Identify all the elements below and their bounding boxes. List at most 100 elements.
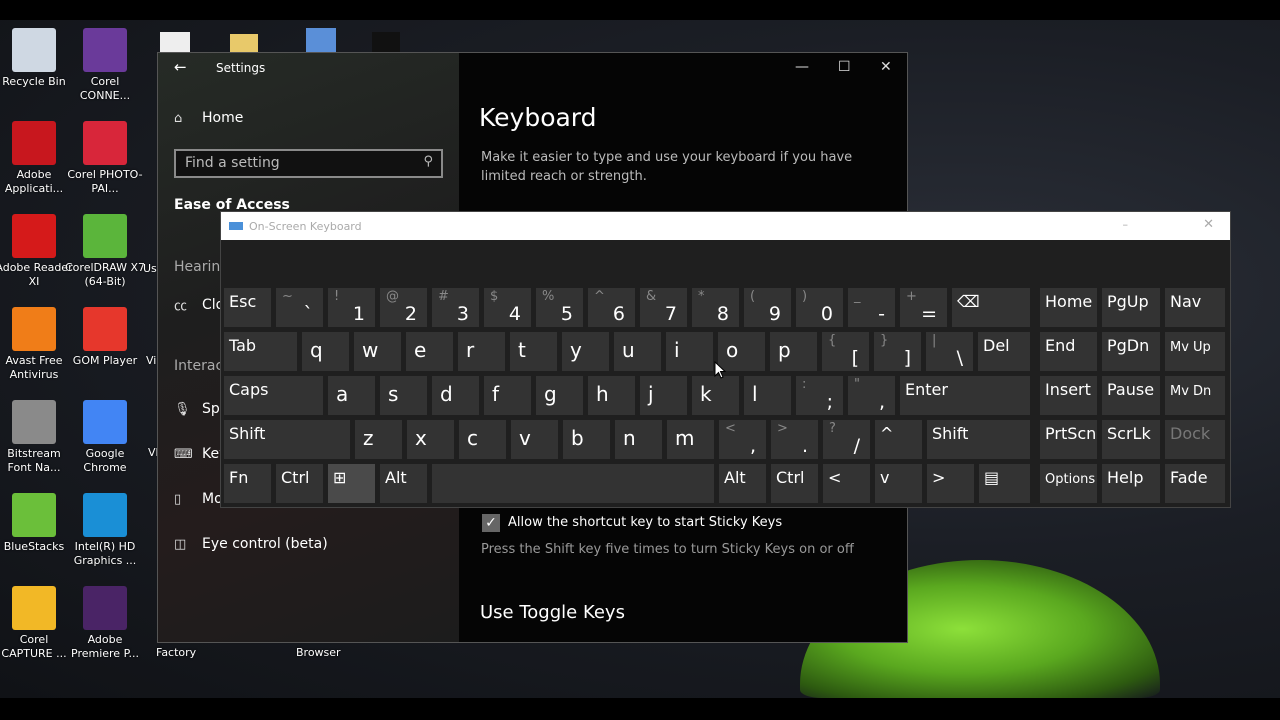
desktop-icon[interactable]: Adobe Premiere P... [65, 586, 145, 661]
osk-key[interactable]: % 5 [536, 288, 583, 327]
osk-key[interactable]: Home [1040, 288, 1097, 327]
osk-key[interactable] [432, 464, 714, 503]
osk-key[interactable]: ", [848, 376, 895, 415]
osk-key[interactable]: k [692, 376, 739, 415]
osk-key[interactable]: Mv Dn [1165, 376, 1225, 415]
desktop-icon[interactable]: CorelDRAW X7 (64-Bit) [65, 214, 145, 289]
osk-key[interactable]: Dock [1165, 420, 1225, 459]
minimize-button[interactable]: — [795, 59, 809, 75]
osk-key[interactable]: Ctrl [771, 464, 818, 503]
osk-key[interactable]: f [484, 376, 531, 415]
osk-key[interactable]: ~ ` [276, 288, 323, 327]
desktop-icon-label[interactable]: Us [143, 262, 157, 275]
nav-eye-control[interactable]: ◫ Eye control (beta) [174, 536, 328, 552]
osk-key[interactable]: Pause [1102, 376, 1160, 415]
osk-key[interactable]: q [302, 332, 349, 371]
osk-key[interactable]: Alt [380, 464, 427, 503]
desktop-icon[interactable]: Corel CONNE... [65, 28, 145, 103]
osk-key[interactable]: ^ [875, 420, 922, 459]
osk-key[interactable]: Options [1040, 464, 1097, 503]
maximize-button[interactable]: ☐ [838, 59, 851, 75]
desktop-icon[interactable]: Recycle Bin [0, 28, 74, 89]
osk-key[interactable]: ^ 6 [588, 288, 635, 327]
sticky-keys-checkbox-label[interactable]: Allow the shortcut key to start Sticky K… [508, 515, 782, 530]
osk-key[interactable]: u [614, 332, 661, 371]
osk-key[interactable]: c [459, 420, 506, 459]
osk-key[interactable]: b [563, 420, 610, 459]
osk-key[interactable]: >. [771, 420, 818, 459]
desktop-icon[interactable]: Bitstream Font Na... [0, 400, 74, 475]
osk-key[interactable]: $4 [484, 288, 531, 327]
osk-key[interactable]: ▤ [979, 464, 1030, 503]
osk-key[interactable]: :; [796, 376, 843, 415]
osk-key[interactable]: l [744, 376, 791, 415]
desktop-icon[interactable]: Corel PHOTO-PAI... [65, 121, 145, 196]
search-input[interactable]: Find a setting ⚲ [174, 149, 443, 178]
osk-key[interactable]: ! 1 [328, 288, 375, 327]
osk-key[interactable]: ⊞ [328, 464, 375, 503]
close-button[interactable]: ✕ [880, 59, 892, 75]
osk-key[interactable]: n [615, 420, 662, 459]
desktop-icon[interactable]: BlueStacks [0, 493, 74, 554]
document-icon[interactable] [160, 32, 190, 54]
osk-key[interactable]: m [667, 420, 714, 459]
osk-key[interactable]: t [510, 332, 557, 371]
osk-key[interactable]: Fn [224, 464, 271, 503]
osk-key[interactable]: Nav [1165, 288, 1225, 327]
osk-key[interactable]: | \ [926, 332, 973, 371]
osk-key[interactable]: <, [719, 420, 766, 459]
osk-key[interactable]: e [406, 332, 453, 371]
osk-key[interactable]: x [407, 420, 454, 459]
desktop-icon[interactable]: Corel CAPTURE ... [0, 586, 74, 661]
osk-key[interactable]: Del [978, 332, 1030, 371]
osk-key[interactable]: Esc [224, 288, 271, 327]
osk-key[interactable]: v [511, 420, 558, 459]
osk-key[interactable]: PgDn [1102, 332, 1160, 371]
osk-key[interactable]: i [666, 332, 713, 371]
back-arrow-icon[interactable]: ← [174, 58, 187, 76]
osk-key[interactable]: g [536, 376, 583, 415]
osk-key[interactable]: h [588, 376, 635, 415]
desktop-icon[interactable]: Google Chrome [65, 400, 145, 475]
osk-close-button[interactable]: ✕ [1203, 217, 1214, 232]
osk-key[interactable]: j [640, 376, 687, 415]
osk-key[interactable]: Alt [719, 464, 766, 503]
osk-key[interactable]: r [458, 332, 505, 371]
desktop-icon-label[interactable]: Vi [146, 354, 156, 367]
app-icon[interactable] [372, 32, 400, 52]
nav-mouse[interactable]: ▯ Mo [174, 491, 223, 507]
osk-key[interactable]: a [328, 376, 375, 415]
osk-key[interactable]: z [355, 420, 402, 459]
osk-key[interactable]: w [354, 332, 401, 371]
osk-key[interactable]: y [562, 332, 609, 371]
osk-key[interactable]: Insert [1040, 376, 1097, 415]
nav-home[interactable]: ⌂ Home [174, 110, 243, 126]
osk-key[interactable]: }] [874, 332, 921, 371]
osk-key[interactable]: ) 0 [796, 288, 843, 327]
osk-key[interactable]: (9 [744, 288, 791, 327]
osk-key[interactable]: #3 [432, 288, 479, 327]
desktop-icon[interactable]: Adobe Reader XI [0, 214, 74, 289]
osk-key[interactable]: Tab [224, 332, 297, 371]
osk-key[interactable]: ScrLk [1102, 420, 1160, 459]
osk-minimize-button[interactable]: – [1123, 218, 1129, 231]
desktop-icon[interactable]: Intel(R) HD Graphics ... [65, 493, 145, 568]
desktop-icon[interactable]: Avast Free Antivirus [0, 307, 74, 382]
folder-icon[interactable] [230, 34, 258, 54]
osk-key[interactable]: Enter [900, 376, 1030, 415]
osk-key[interactable]: Mv Up [1165, 332, 1225, 371]
osk-key[interactable]: d [432, 376, 479, 415]
osk-key[interactable]: & 7 [640, 288, 687, 327]
desktop-icon-label[interactable]: Browser [296, 646, 341, 659]
desktop-icon[interactable]: Adobe Applicati... [0, 121, 74, 196]
osk-key[interactable]: * 8 [692, 288, 739, 327]
desktop-icon-label[interactable]: Factory [156, 646, 196, 659]
osk-key[interactable]: Shift [224, 420, 350, 459]
computer-icon[interactable] [306, 28, 336, 52]
osk-key[interactable]: @2 [380, 288, 427, 327]
osk-key[interactable]: Shift [927, 420, 1030, 459]
osk-key[interactable]: < [823, 464, 870, 503]
osk-key[interactable]: {[ [822, 332, 869, 371]
osk-key[interactable]: ⌫ [952, 288, 1030, 327]
osk-key[interactable]: _ - [848, 288, 895, 327]
